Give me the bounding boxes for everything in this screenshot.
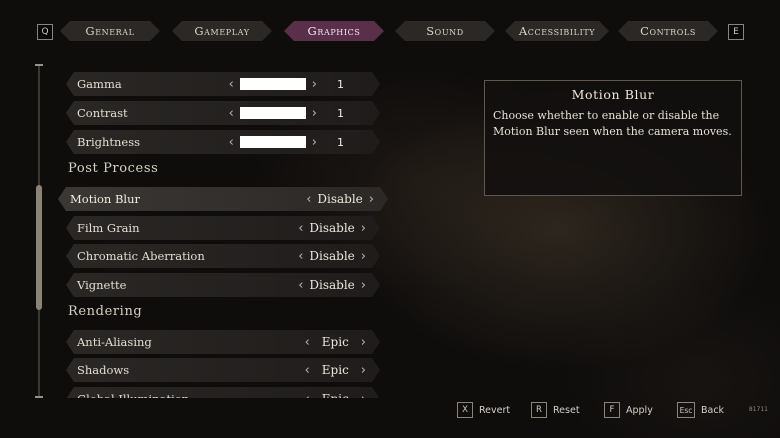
back-hint[interactable]: Esc Back [677,402,724,418]
setting-row-vignette[interactable]: Vignette ‹ Disable › [66,273,380,297]
build-number: 81711 [748,406,768,413]
chevron-right-icon[interactable]: › [369,192,374,207]
slider-value: 1 [337,77,344,91]
setting-description-panel: Motion Blur Choose whether to enable or … [484,80,742,196]
chevron-right-icon[interactable]: › [361,335,366,350]
chevron-right-icon[interactable]: › [361,249,366,264]
prev-tab-key-hint[interactable]: Q [37,24,53,40]
apply-label: Apply [626,404,653,416]
option-value: Disable [317,192,363,206]
chevron-left-icon[interactable]: ‹ [298,221,303,236]
slider-fill[interactable] [240,107,306,119]
tab-general[interactable]: General [60,21,160,41]
gamma-slider[interactable]: ‹ › 1 [229,77,344,92]
option-value: Disable [309,221,355,235]
description-body: Choose whether to enable or disable the … [493,109,732,138]
setting-row-brightness[interactable]: Brightness ‹ › 1 [66,130,380,154]
revert-hint[interactable]: X Revert [457,402,510,418]
section-title-post-process: Post Process [68,161,159,176]
next-tab-key-hint[interactable]: E [728,24,744,40]
reset-label: Reset [553,404,580,416]
tab-graphics[interactable]: Graphics [284,21,384,41]
chevron-left-icon[interactable]: ‹ [229,135,234,150]
option-value: Disable [309,278,355,292]
scrollbar-top-cap [35,64,43,66]
slider-value: 1 [337,135,344,149]
setting-row-chromatic-aberration[interactable]: Chromatic Aberration ‹ Disable › [66,244,380,268]
tab-accessibility[interactable]: Accessibility [505,21,609,41]
chevron-right-icon[interactable]: › [312,77,317,92]
chevron-left-icon[interactable]: ‹ [305,335,310,350]
slider-value: 1 [337,106,344,120]
setting-row-gamma[interactable]: Gamma ‹ › 1 [66,72,380,96]
description-title: Motion Blur [571,87,655,102]
chevron-left-icon[interactable]: ‹ [306,192,311,207]
option-selector[interactable]: ‹ Epic › [305,335,366,350]
key-esc-icon: Esc [677,402,695,418]
brightness-slider[interactable]: ‹ › 1 [229,135,344,150]
setting-row-contrast[interactable]: Contrast ‹ › 1 [66,101,380,125]
chevron-right-icon[interactable]: › [361,363,366,378]
option-selector[interactable]: ‹ Disable › [298,278,366,293]
key-r-icon: R [531,402,547,418]
chevron-right-icon[interactable]: › [361,278,366,293]
section-title-rendering: Rendering [68,304,143,319]
list-bottom-mask [0,398,420,438]
slider-fill[interactable] [240,78,306,90]
tab-sound[interactable]: Sound [395,21,495,41]
chevron-left-icon[interactable]: ‹ [229,77,234,92]
chevron-left-icon[interactable]: ‹ [298,278,303,293]
chevron-right-icon[interactable]: › [361,221,366,236]
option-selector[interactable]: ‹ Disable › [298,221,366,236]
setting-row-anti-aliasing[interactable]: Anti-Aliasing ‹ Epic › [66,330,380,354]
reset-hint[interactable]: R Reset [531,402,580,418]
option-value: Epic [321,363,349,377]
revert-label: Revert [479,404,511,416]
chevron-left-icon[interactable]: ‹ [229,106,234,121]
setting-row-shadows[interactable]: Shadows ‹ Epic › [66,358,380,382]
slider-fill[interactable] [240,136,306,148]
settings-scrollbar-thumb[interactable] [36,185,42,310]
option-selector[interactable]: ‹ Disable › [306,192,374,207]
chevron-left-icon[interactable]: ‹ [305,363,310,378]
back-label: Back [701,404,725,416]
contrast-slider[interactable]: ‹ › 1 [229,106,344,121]
option-value: Disable [309,249,355,263]
chevron-right-icon[interactable]: › [312,106,317,121]
option-selector[interactable]: ‹ Epic › [305,363,366,378]
tab-controls[interactable]: Controls [618,21,718,41]
chevron-left-icon[interactable]: ‹ [298,249,303,264]
setting-row-film-grain[interactable]: Film Grain ‹ Disable › [66,216,380,240]
chevron-right-icon[interactable]: › [312,135,317,150]
key-f-icon: F [604,402,620,418]
tab-gameplay[interactable]: Gameplay [172,21,272,41]
apply-hint[interactable]: F Apply [604,402,653,418]
option-value: Epic [321,335,349,349]
setting-row-motion-blur[interactable]: Motion Blur ‹ Disable › [58,187,388,211]
key-x-icon: X [457,402,473,418]
option-selector[interactable]: ‹ Disable › [298,249,366,264]
